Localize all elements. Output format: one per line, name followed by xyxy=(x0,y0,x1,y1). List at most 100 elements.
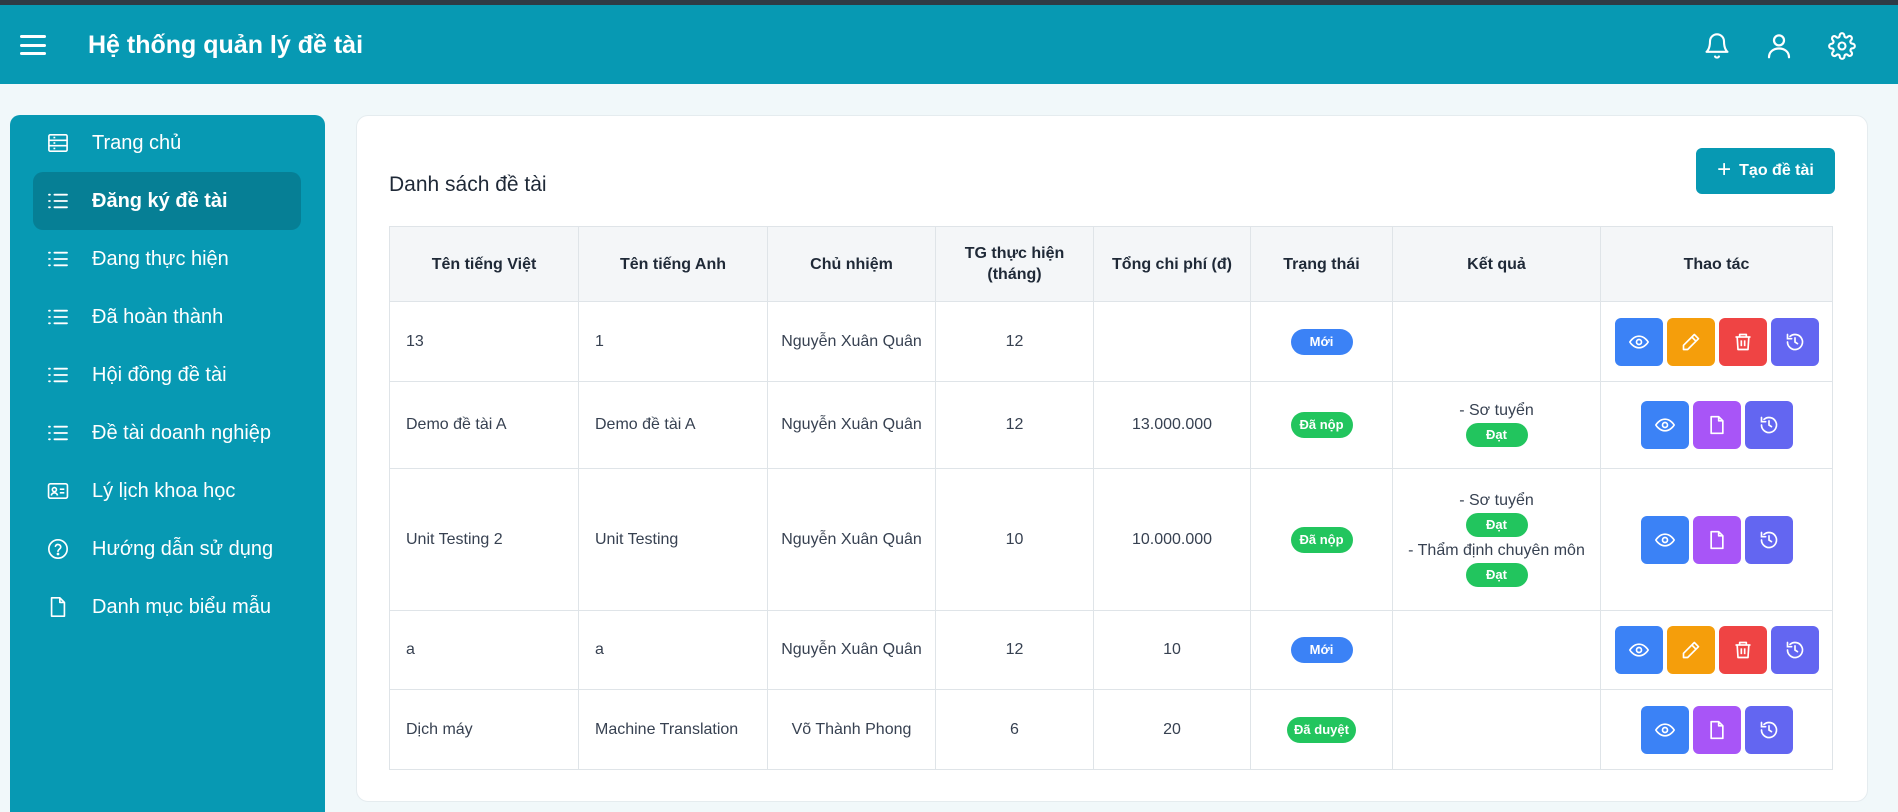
cell-cost: 10.000.000 xyxy=(1093,468,1251,611)
column-header: Thao tác xyxy=(1600,226,1833,302)
cell-status: Đã nộp xyxy=(1250,381,1393,469)
view-icon xyxy=(1654,720,1675,740)
edit-button[interactable] xyxy=(1666,626,1715,674)
sidebar-item-label: Đã hoàn thành xyxy=(92,305,224,328)
sidebar-item[interactable]: Lý lịch khoa học xyxy=(33,462,301,520)
cell-status: Đã nộp xyxy=(1250,468,1393,611)
help-icon xyxy=(46,537,70,561)
cell-actions xyxy=(1600,381,1833,469)
action-buttons xyxy=(1601,515,1832,564)
history-button[interactable] xyxy=(1744,515,1793,564)
sidebar-item-label: Đề tài doanh nghiệp xyxy=(92,421,272,444)
page-title: Danh sách đề tài xyxy=(389,173,547,196)
sidebar-item[interactable]: Danh mục biểu mẫu xyxy=(33,578,301,636)
cell-duration: 10 xyxy=(935,468,1094,611)
document-button[interactable] xyxy=(1692,401,1741,449)
create-project-button[interactable]: + Tạo đề tài xyxy=(1696,148,1835,194)
sidebar-item[interactable]: Đăng ký đề tài xyxy=(33,172,301,230)
view-button[interactable] xyxy=(1640,705,1689,754)
result-badge: Đạt xyxy=(1465,512,1528,537)
user-profile-icon[interactable] xyxy=(1763,30,1795,62)
edit-button[interactable] xyxy=(1666,317,1715,366)
sidebar-item-label: Lý lịch khoa học xyxy=(92,479,236,502)
status-badge: Đã nộp xyxy=(1290,526,1353,553)
cell-result xyxy=(1392,689,1601,770)
action-buttons xyxy=(1601,401,1832,449)
menu-icon-bar xyxy=(20,52,46,55)
document-button[interactable] xyxy=(1692,515,1741,564)
view-button[interactable] xyxy=(1640,401,1689,449)
sidebar-item-label: Đăng ký đề tài xyxy=(92,189,228,212)
view-icon xyxy=(1654,415,1675,435)
notification-bell-icon[interactable] xyxy=(1701,30,1733,62)
sidebar-item[interactable]: Hướng dẫn sử dụng xyxy=(33,520,301,578)
menu-icon-bar xyxy=(20,35,46,38)
list-icon xyxy=(46,305,70,329)
document-icon xyxy=(1708,415,1726,435)
sidebar-item-label: Hướng dẫn sử dụng xyxy=(92,537,274,560)
dashboard-icon xyxy=(46,131,70,155)
history-button[interactable] xyxy=(1744,401,1793,449)
cell-duration: 12 xyxy=(935,381,1094,469)
cell-actions xyxy=(1600,468,1833,611)
history-button[interactable] xyxy=(1770,317,1819,366)
edit-icon xyxy=(1681,640,1701,660)
view-icon xyxy=(1628,640,1649,660)
cell-status: Mới xyxy=(1250,610,1393,690)
table-row: a a Nguyễn Xuân Quân 12 10 Mới xyxy=(389,610,1833,690)
result-stage-label: - Sơ tuyển xyxy=(1459,491,1534,509)
column-header: Kết quả xyxy=(1392,226,1601,302)
list-icon xyxy=(46,189,70,213)
cell-name-vi: Demo đề tài A xyxy=(389,381,579,469)
project-table: Tên tiếng Việt Tên tiếng Anh Chủ nhiệm TG t… xyxy=(389,226,1833,770)
cell-name-vi: a xyxy=(389,610,579,690)
cell-duration: 12 xyxy=(935,301,1094,382)
view-button[interactable] xyxy=(1614,317,1663,366)
settings-gear-icon[interactable] xyxy=(1826,30,1858,62)
column-header: TG thực hiện (tháng) xyxy=(935,226,1094,302)
delete-icon xyxy=(1733,332,1753,352)
cell-result xyxy=(1392,610,1601,690)
cell-actions xyxy=(1600,610,1833,690)
view-button[interactable] xyxy=(1614,626,1663,674)
action-buttons xyxy=(1601,317,1832,366)
sidebar-item[interactable]: Đã hoàn thành xyxy=(33,288,301,346)
document-button[interactable] xyxy=(1692,705,1741,754)
cell-result: - Sơ tuyển Đạt xyxy=(1392,381,1601,469)
column-header: Chủ nhiệm xyxy=(767,226,936,302)
sidebar-item-label: Danh mục biểu mẫu xyxy=(92,595,271,618)
view-icon xyxy=(1628,332,1649,352)
column-header: Tên tiếng Việt xyxy=(389,226,579,302)
cell-status: Mới xyxy=(1250,301,1393,382)
view-button[interactable] xyxy=(1640,515,1689,564)
sidebar-item-label: Trang chủ xyxy=(92,131,182,154)
table-header-row: Tên tiếng Việt Tên tiếng Anh Chủ nhiệm TG t… xyxy=(389,226,1833,302)
document-icon xyxy=(1708,530,1726,550)
sidebar-item[interactable]: Đề tài doanh nghiệp xyxy=(33,404,301,462)
column-header: Trạng thái xyxy=(1250,226,1393,302)
cell-owner: Nguyễn Xuân Quân xyxy=(767,610,936,690)
cell-name-vi: Unit Testing 2 xyxy=(389,468,579,611)
history-button[interactable] xyxy=(1744,705,1793,754)
list-icon xyxy=(46,363,70,387)
sidebar: Trang chủ Đăng ký đề tài Đang thực hiện Đã … xyxy=(10,115,325,812)
sidebar-item[interactable]: Hội đồng đề tài xyxy=(33,346,301,404)
cell-duration: 6 xyxy=(935,689,1094,770)
sidebar-item[interactable]: Đang thực hiện xyxy=(33,230,301,288)
status-badge: Mới xyxy=(1290,328,1353,355)
cell-result xyxy=(1392,301,1601,382)
delete-button[interactable] xyxy=(1718,317,1767,366)
menu-toggle-button[interactable] xyxy=(18,32,48,58)
cell-name-vi: 13 xyxy=(389,301,579,382)
app-header: Hệ thống quản lý đề tài xyxy=(0,5,1898,84)
cell-cost: 20 xyxy=(1093,689,1251,770)
delete-button[interactable] xyxy=(1718,626,1767,674)
sidebar-item[interactable]: Trang chủ xyxy=(33,114,301,172)
cell-actions xyxy=(1600,301,1833,382)
cell-owner: Nguyễn Xuân Quân xyxy=(767,381,936,469)
cell-name-en: a xyxy=(578,610,768,690)
result-badge: Đạt xyxy=(1465,423,1528,447)
cell-cost: 10 xyxy=(1093,610,1251,690)
list-icon xyxy=(46,421,70,445)
history-button[interactable] xyxy=(1770,626,1819,674)
